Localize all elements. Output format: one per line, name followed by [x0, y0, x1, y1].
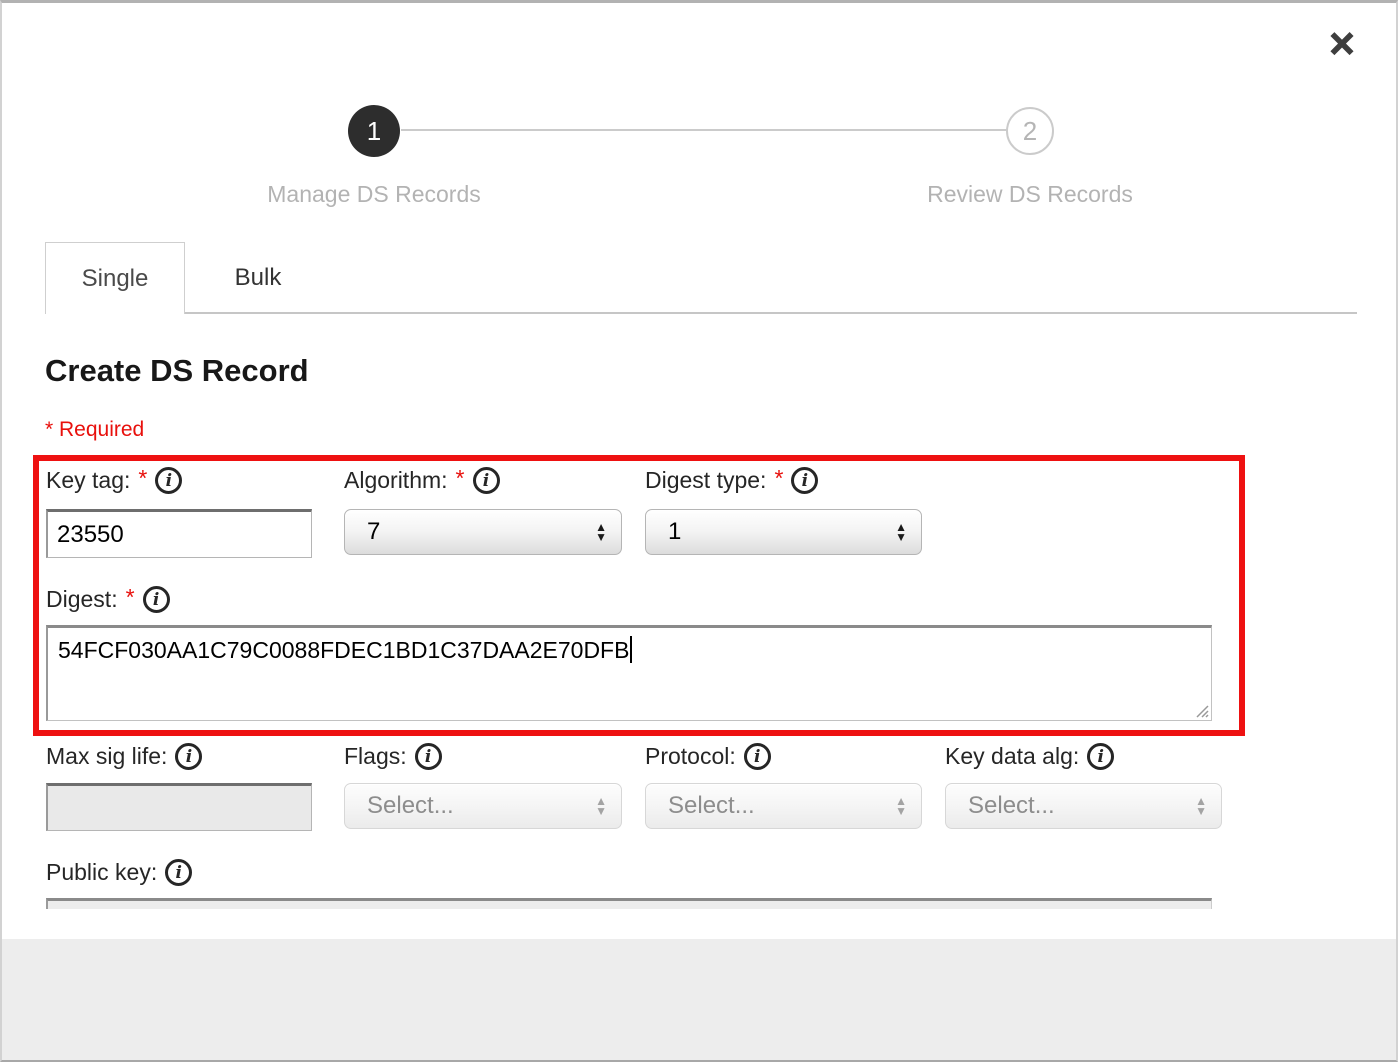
protocol-label-text: Protocol:	[645, 743, 736, 770]
stepper-connector-line	[401, 129, 1007, 131]
algorithm-label-text: Algorithm:	[344, 467, 448, 494]
digest-label-text: Digest:	[46, 586, 118, 613]
algorithm-select-value: 7	[367, 518, 380, 546]
arrow-down-icon: ▼	[1195, 806, 1207, 816]
select-arrows-icon: ▲ ▼	[595, 796, 607, 816]
required-asterisk: *	[456, 465, 465, 492]
algorithm-select[interactable]: 7 ▲ ▼	[344, 509, 622, 555]
info-icon[interactable]: i	[165, 859, 192, 886]
arrow-down-icon: ▼	[595, 532, 607, 542]
key-tag-input[interactable]	[46, 509, 312, 558]
info-icon[interactable]: i	[415, 743, 442, 770]
info-icon[interactable]: i	[155, 467, 182, 494]
key-data-alg-select-value: Select...	[968, 792, 1055, 820]
select-arrows-icon: ▲ ▼	[895, 796, 907, 816]
flags-label: Flags: i	[344, 743, 442, 770]
flags-label-text: Flags:	[344, 743, 407, 770]
key-data-alg-select[interactable]: Select... ▲ ▼	[945, 783, 1222, 829]
stepper-step-1-label: Manage DS Records	[194, 181, 554, 208]
key-tag-label: Key tag: * i	[46, 467, 182, 494]
stepper-step-2-circle: 2	[1006, 107, 1054, 155]
public-key-label-text: Public key:	[46, 859, 157, 886]
flags-select[interactable]: Select... ▲ ▼	[344, 783, 622, 829]
create-ds-record-modal: ✕ 1 2 Manage DS Records Review DS Record…	[0, 0, 1398, 1062]
tab-row-divider	[185, 312, 1357, 314]
key-data-alg-label-text: Key data alg:	[945, 743, 1079, 770]
digest-type-label: Digest type: * i	[645, 467, 818, 494]
info-icon[interactable]: i	[744, 743, 771, 770]
info-icon[interactable]: i	[791, 467, 818, 494]
info-icon[interactable]: i	[143, 586, 170, 613]
digest-type-select[interactable]: 1 ▲ ▼	[645, 509, 922, 555]
stepper-step-2-label: Review DS Records	[850, 181, 1210, 208]
required-asterisk: *	[774, 465, 783, 492]
digest-type-select-value: 1	[668, 518, 681, 546]
required-note: * Required	[45, 418, 144, 442]
text-cursor	[630, 636, 632, 663]
stepper-step-1-circle: 1	[348, 105, 400, 157]
arrow-down-icon: ▼	[895, 806, 907, 816]
info-icon[interactable]: i	[1087, 743, 1114, 770]
info-icon[interactable]: i	[473, 467, 500, 494]
protocol-select[interactable]: Select... ▲ ▼	[645, 783, 922, 829]
close-icon[interactable]: ✕	[1322, 25, 1362, 65]
digest-textarea[interactable]: 54FCF030AA1C79C0088FDEC1BD1C37DAA2E70DFB	[46, 625, 1212, 721]
required-asterisk: *	[138, 465, 147, 492]
required-asterisk: *	[126, 584, 135, 611]
public-key-textarea[interactable]	[46, 898, 1212, 909]
key-data-alg-label: Key data alg: i	[945, 743, 1114, 770]
protocol-select-value: Select...	[668, 792, 755, 820]
tab-single[interactable]: Single	[45, 242, 185, 314]
max-sig-life-label-text: Max sig life:	[46, 743, 167, 770]
page-title: Create DS Record	[45, 353, 309, 389]
protocol-label: Protocol: i	[645, 743, 771, 770]
tab-bulk[interactable]: Bulk	[186, 242, 330, 313]
public-key-label: Public key: i	[46, 859, 192, 886]
modal-footer: Cancel Back Next	[2, 939, 1396, 1060]
arrow-down-icon: ▼	[895, 532, 907, 542]
select-arrows-icon: ▲ ▼	[895, 522, 907, 542]
key-tag-label-text: Key tag:	[46, 467, 130, 494]
digest-value: 54FCF030AA1C79C0088FDEC1BD1C37DAA2E70DFB	[58, 637, 629, 663]
flags-select-value: Select...	[367, 792, 454, 820]
digest-type-label-text: Digest type:	[645, 467, 766, 494]
resize-grip-icon[interactable]	[1194, 703, 1209, 718]
max-sig-life-label: Max sig life: i	[46, 743, 202, 770]
max-sig-life-input	[46, 783, 312, 831]
info-icon[interactable]: i	[175, 743, 202, 770]
select-arrows-icon: ▲ ▼	[595, 522, 607, 542]
digest-label: Digest: * i	[46, 586, 170, 613]
algorithm-label: Algorithm: * i	[344, 467, 500, 494]
select-arrows-icon: ▲ ▼	[1195, 796, 1207, 816]
arrow-down-icon: ▼	[595, 806, 607, 816]
